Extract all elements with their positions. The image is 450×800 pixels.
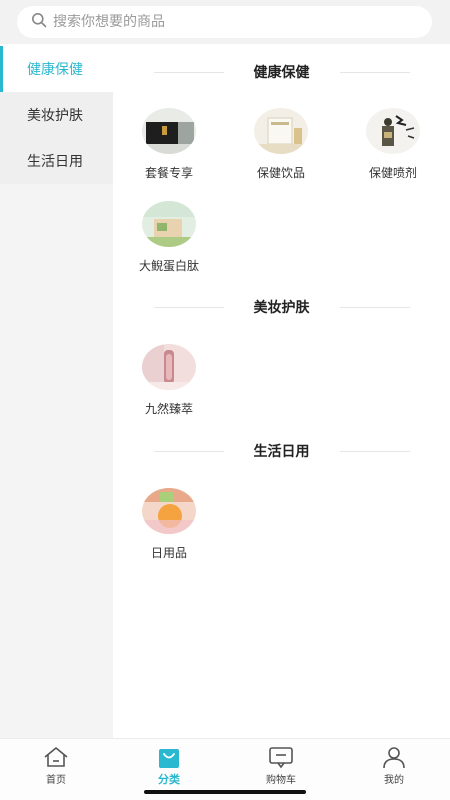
- category-label: 保健饮品: [256, 166, 305, 180]
- category-thumbnail: [142, 344, 196, 390]
- tab-category[interactable]: 分类: [129, 745, 209, 787]
- sidebar-item-label: 健康保健: [27, 62, 83, 78]
- section-title: 美妆护肤: [253, 300, 310, 316]
- tab-me[interactable]: 我的: [354, 745, 434, 786]
- search-bar: [0, 0, 450, 44]
- category-thumbnail: [142, 108, 196, 154]
- search-input[interactable]: [53, 14, 393, 30]
- category-item-drinks[interactable]: 保健饮品: [225, 108, 337, 181]
- sidebar-item-daily[interactable]: 生活日用: [0, 138, 113, 184]
- tab-label: 首页: [46, 775, 66, 786]
- search-box[interactable]: [17, 6, 432, 38]
- tab-label: 分类: [158, 773, 180, 786]
- category-item-daily-goods[interactable]: 日用品: [113, 488, 225, 561]
- cart-message-icon: [241, 745, 321, 769]
- section-header-daily: 生活日用: [113, 441, 450, 461]
- sidebar-item-label: 生活日用: [27, 154, 83, 170]
- section-header-health: 健康保健: [113, 62, 450, 82]
- sidebar-item-beauty[interactable]: 美妆护肤: [0, 92, 113, 138]
- category-item-spray[interactable]: 保健喷剂: [337, 108, 449, 181]
- category-label: 保健喷剂: [368, 166, 417, 180]
- category-sidebar: 健康保健 美妆护肤 生活日用: [0, 46, 113, 738]
- category-thumbnail: [366, 108, 420, 154]
- home-indicator: [144, 790, 306, 794]
- section-title: 健康保健: [253, 65, 310, 81]
- home-icon: [16, 745, 96, 769]
- section-header-beauty: 美妆护肤: [113, 297, 450, 317]
- category-item-package[interactable]: 套餐专享: [113, 108, 225, 181]
- category-label: 套餐专享: [144, 166, 193, 180]
- section-title: 生活日用: [253, 444, 310, 460]
- divider: [339, 450, 410, 452]
- divider: [339, 306, 410, 308]
- divider: [339, 71, 410, 73]
- divider: [153, 450, 224, 452]
- category-label: 九然臻萃: [144, 402, 193, 416]
- sidebar-item-label: 美妆护肤: [27, 108, 83, 124]
- category-thumbnail: [254, 108, 308, 154]
- sidebar-item-health[interactable]: 健康保健: [0, 46, 113, 92]
- tab-home[interactable]: 首页: [16, 745, 96, 786]
- category-label: 大鲵蛋白肽: [138, 259, 199, 273]
- tab-label: 我的: [384, 775, 404, 786]
- category-thumbnail: [142, 201, 196, 247]
- category-item-peptide[interactable]: 大鲵蛋白肽: [113, 201, 225, 274]
- search-icon: [31, 12, 47, 32]
- category-label: 日用品: [150, 546, 187, 560]
- tab-cart[interactable]: 购物车: [241, 745, 321, 786]
- category-thumbnail: [142, 488, 196, 534]
- category-content: 健康保健 套餐专享 保健饮品 保健喷剂 大鲵蛋白肽 美妆护肤 九然臻萃 生活日用…: [113, 46, 450, 738]
- user-icon: [354, 745, 434, 769]
- category-bag-icon: [129, 745, 209, 769]
- category-item-jiuran[interactable]: 九然臻萃: [113, 344, 225, 417]
- tab-label: 购物车: [266, 775, 296, 786]
- divider: [153, 306, 224, 308]
- divider: [153, 71, 224, 73]
